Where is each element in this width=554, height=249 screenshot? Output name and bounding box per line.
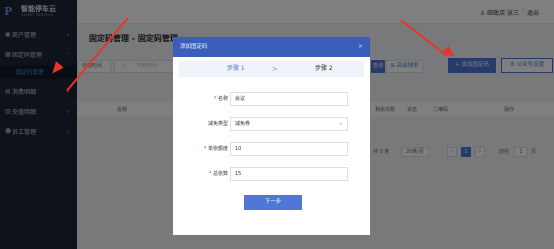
name-input[interactable]: 会议 xyxy=(230,92,348,106)
step-indicator: 步骤 1 > 步骤 2 xyxy=(179,61,364,77)
dialog-title: 添加固定码 xyxy=(180,44,208,50)
chevron-down-icon: v xyxy=(339,121,342,126)
form-row-name: * 名称 会议 xyxy=(173,92,370,106)
dialog-header: 添加固定码 × xyxy=(173,37,370,57)
chevron-right-icon: > xyxy=(272,65,278,73)
add-fixed-code-dialog: 添加固定码 × 步骤 1 > 步骤 2 * 名称 会议 减免类型 减免券 v *… xyxy=(173,37,370,235)
discount-type-select[interactable]: 减免券 v xyxy=(230,117,348,131)
form-row-quantity: * 总张数 15 xyxy=(173,167,370,181)
next-step-button[interactable]: 下一步 xyxy=(244,195,302,210)
form-row-discount-type: 减免类型 减免券 v xyxy=(173,117,370,131)
form-row-amount: * 单张额度 10 xyxy=(173,142,370,156)
step-1: 步骤 1 xyxy=(227,65,245,72)
field-label: * 单张额度 xyxy=(203,146,228,152)
field-label: 减免类型 xyxy=(207,121,228,127)
step-2: 步骤 2 xyxy=(315,65,333,72)
field-label: * 名称 xyxy=(213,96,228,102)
amount-input[interactable]: 10 xyxy=(230,142,348,156)
quantity-input[interactable]: 15 xyxy=(230,167,348,181)
close-icon[interactable]: × xyxy=(358,37,363,57)
field-label: * 总张数 xyxy=(208,171,228,177)
